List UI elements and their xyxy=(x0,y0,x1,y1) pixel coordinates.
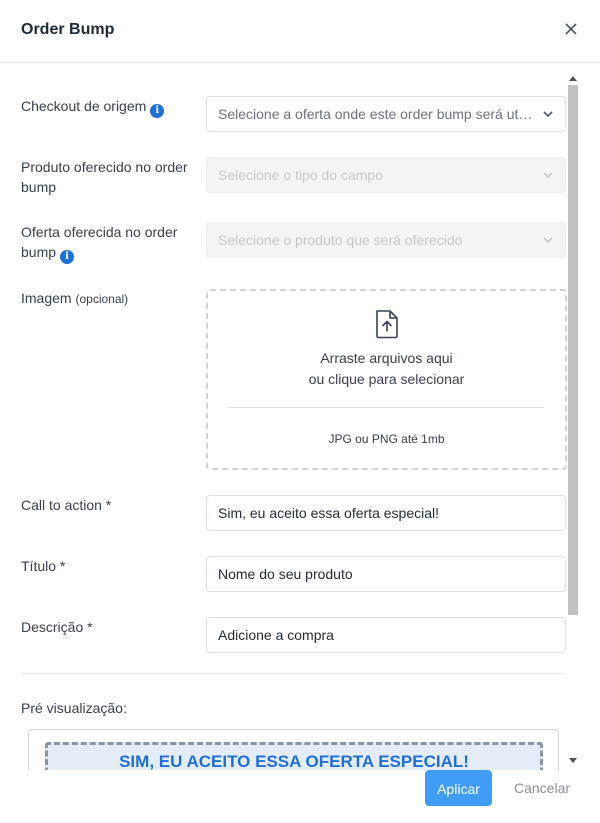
offer-select-value: Selecione o produto que será oferecido xyxy=(218,232,463,248)
checkout-select[interactable]: Selecione a oferta onde este order bump … xyxy=(206,96,566,132)
offer-select[interactable]: Selecione o produto que será oferecido xyxy=(206,222,566,258)
scroll-down-arrow-icon[interactable] xyxy=(569,758,577,764)
dropzone-hint: JPG ou PNG até 1mb xyxy=(328,432,445,446)
cta-input[interactable]: Sim, eu aceito essa oferta especial! xyxy=(206,495,566,531)
close-icon[interactable] xyxy=(564,22,578,36)
checkout-label: Checkout de origem i xyxy=(21,96,193,118)
dropzone-text: Arraste arquivos aqui ou clique para sel… xyxy=(208,348,565,390)
offer-label-text: Oferta oferecida no order bump xyxy=(21,224,178,260)
info-icon[interactable]: i xyxy=(60,250,75,264)
file-upload-icon xyxy=(376,310,398,339)
info-icon[interactable]: i xyxy=(150,104,165,118)
cancel-button[interactable]: Cancelar xyxy=(505,770,579,806)
scrollbar[interactable] xyxy=(567,71,579,770)
divider xyxy=(21,673,566,674)
preview-label: Pré visualização: xyxy=(21,700,127,716)
product-select-value: Selecione o tipo do campo xyxy=(218,167,383,183)
title-input[interactable]: Nome do seu produto xyxy=(206,556,566,592)
scroll-up-arrow-icon[interactable] xyxy=(569,75,577,81)
apply-button[interactable]: Aplicar xyxy=(425,770,492,806)
chevron-down-icon xyxy=(543,172,553,179)
image-label-text: Imagem xyxy=(21,290,72,306)
dropzone-line2: ou clique para selecionar xyxy=(308,371,465,387)
scrollbar-thumb[interactable] xyxy=(568,85,578,615)
description-label: Descrição * xyxy=(21,619,93,635)
chevron-down-icon xyxy=(543,111,553,118)
order-bump-modal: Order Bump Checkout de origem i Selecione… xyxy=(0,0,600,823)
dropzone-divider xyxy=(228,407,544,408)
title-label: Título * xyxy=(21,558,66,574)
checkout-label-text: Checkout de origem xyxy=(21,98,147,114)
chevron-down-icon xyxy=(543,237,553,244)
modal-header: Order Bump xyxy=(0,0,600,63)
image-optional-text: (opcional) xyxy=(75,292,129,306)
preview-cta: SIM, EU ACEITO ESSA OFERTA ESPECIAL! xyxy=(45,742,543,770)
preview-box: SIM, EU ACEITO ESSA OFERTA ESPECIAL! xyxy=(28,729,559,770)
offer-label: Oferta oferecida no order bump i xyxy=(21,222,193,264)
checkout-select-value: Selecione a oferta onde este order bump … xyxy=(218,106,537,122)
cta-label: Call to action * xyxy=(21,497,112,513)
modal-title: Order Bump xyxy=(21,21,115,38)
dropzone-line1: Arraste arquivos aqui xyxy=(320,350,453,366)
image-label: Imagem (opcional) xyxy=(21,288,193,309)
description-input[interactable]: Adicione a compra xyxy=(206,617,566,653)
image-dropzone[interactable]: Arraste arquivos aqui ou clique para sel… xyxy=(206,289,567,470)
product-select[interactable]: Selecione o tipo do campo xyxy=(206,157,566,193)
product-label: Produto oferecido no order bump xyxy=(21,159,188,195)
modal-body: Checkout de origem i Selecione a oferta o… xyxy=(0,63,600,770)
